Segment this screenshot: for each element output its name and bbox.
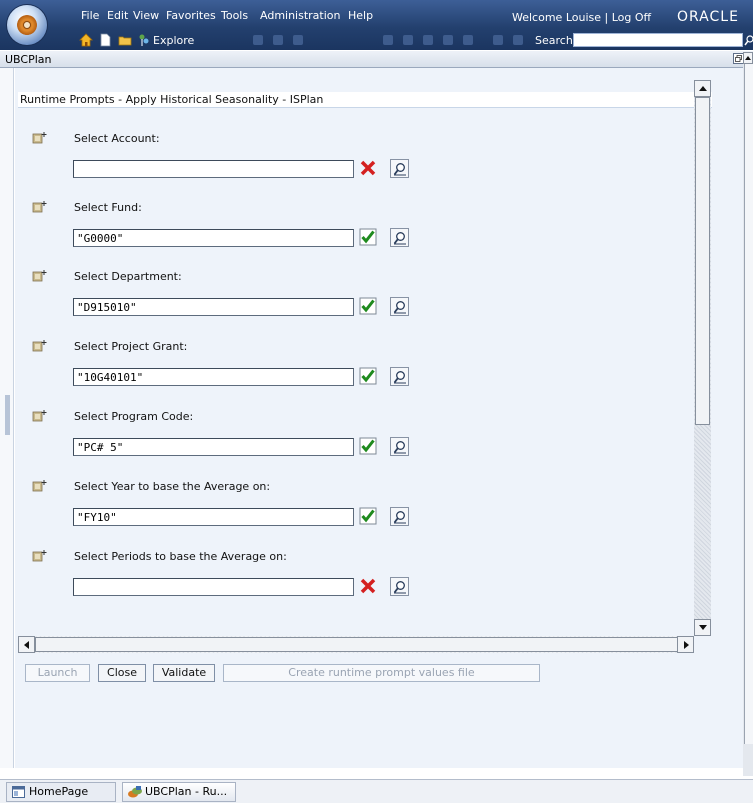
taskbar-ubcplan[interactable]: UBCPlan - Ru...: [122, 782, 236, 802]
member-lookup-button[interactable]: [390, 577, 409, 596]
member-lookup-button[interactable]: [390, 437, 409, 456]
refresh-icon: [273, 35, 283, 45]
welcome-logoff[interactable]: Welcome Louise | Log Off: [512, 11, 651, 24]
member-selector-icon: [32, 480, 47, 492]
vertical-scroll-thumb[interactable]: [695, 97, 710, 425]
tab-bar: [0, 51, 753, 68]
menu-favorites[interactable]: Favorites: [166, 9, 216, 22]
cut-icon: [443, 35, 453, 45]
magnifier-icon: [393, 301, 406, 314]
search-input[interactable]: [573, 33, 743, 47]
explore-button[interactable]: Explore: [153, 34, 194, 47]
homepage-icon: [12, 786, 25, 798]
menu-file[interactable]: File: [81, 9, 99, 22]
ubcplan-icon: [128, 786, 142, 798]
member-lookup-button[interactable]: [390, 159, 409, 178]
magnifier-icon: [393, 371, 406, 384]
magnifier-icon: [393, 581, 406, 594]
validate-button[interactable]: Validate: [153, 664, 215, 682]
dialog-title-bar: Runtime Prompts - Apply Historical Seaso…: [18, 92, 712, 108]
prompt-input[interactable]: "PC# 5": [73, 438, 354, 456]
panel-splitter-handle[interactable]: [5, 395, 10, 435]
magnifier-icon: [393, 163, 406, 176]
tab-ubcplan[interactable]: UBCPlan: [5, 53, 52, 66]
search-icon[interactable]: [744, 34, 753, 46]
scroll-up-button[interactable]: [694, 80, 711, 97]
filter-icon: [513, 35, 523, 45]
prompt-input[interactable]: "G0000": [73, 229, 354, 247]
member-selector-icon: [32, 270, 47, 282]
taskbar-homepage-label: HomePage: [29, 785, 89, 798]
print-icon: [293, 35, 303, 45]
explore-icon[interactable]: [137, 33, 151, 47]
member-lookup-button[interactable]: [390, 507, 409, 526]
member-selector-icon: [32, 132, 47, 144]
scroll-down-button[interactable]: [694, 619, 711, 636]
copy-icon: [403, 35, 413, 45]
member-selector-icon: [32, 340, 47, 352]
taskbar-homepage[interactable]: HomePage: [6, 782, 116, 802]
restore-icon: [735, 55, 742, 62]
valid-check-icon: [359, 507, 377, 525]
member-selector-icon: [32, 410, 47, 422]
prompt-input[interactable]: [73, 578, 354, 596]
page-scroll-thumb[interactable]: [744, 64, 753, 744]
valid-check-icon: [359, 437, 377, 455]
home-icon[interactable]: [79, 33, 93, 47]
prompt-input[interactable]: "FY10": [73, 508, 354, 526]
member-lookup-button[interactable]: [390, 228, 409, 247]
member-lookup-button[interactable]: [390, 297, 409, 316]
scroll-right-button[interactable]: [677, 636, 694, 653]
valid-check-icon: [359, 367, 377, 385]
page-scroll-up-button[interactable]: [743, 52, 753, 64]
prompt-input[interactable]: "D915010": [73, 298, 354, 316]
menu-view[interactable]: View: [133, 9, 159, 22]
horizontal-scroll-thumb[interactable]: [35, 637, 679, 652]
member-selector-icon: [32, 201, 47, 213]
menu-help[interactable]: Help: [348, 9, 373, 22]
valid-check-icon: [359, 297, 377, 315]
member-selector-icon: [32, 550, 47, 562]
prompt-label: Select Account:: [74, 132, 160, 145]
prompt-label: Select Project Grant:: [74, 340, 188, 353]
save-icon: [253, 35, 263, 45]
menu-tools[interactable]: Tools: [221, 9, 248, 22]
member-lookup-button[interactable]: [390, 367, 409, 386]
prompt-label: Select Periods to base the Average on:: [74, 550, 287, 563]
new-document-icon[interactable]: [98, 33, 112, 47]
valid-check-icon: [359, 228, 377, 246]
launch-button[interactable]: Launch: [25, 664, 90, 682]
scroll-left-button[interactable]: [18, 636, 35, 653]
dialog-title: Runtime Prompts - Apply Historical Seaso…: [20, 93, 324, 106]
search-label: Search: [535, 34, 573, 47]
magnifier-icon: [393, 232, 406, 245]
prompt-label: Select Fund:: [74, 201, 142, 214]
prompt-input[interactable]: [73, 160, 354, 178]
prompt-label: Select Program Code:: [74, 410, 194, 423]
create-runtime-prompt-file-button[interactable]: Create runtime prompt values file: [223, 664, 540, 682]
paste-icon: [423, 35, 433, 45]
taskbar-ubcplan-label: UBCPlan - Ru...: [145, 785, 228, 798]
oracle-brand-logo: ORACLE: [677, 9, 739, 25]
tool-icon: [463, 35, 473, 45]
open-folder-icon[interactable]: [118, 33, 132, 47]
menu-edit[interactable]: Edit: [107, 9, 128, 22]
invalid-x-icon: [360, 578, 376, 594]
menu-administration[interactable]: Administration: [260, 9, 341, 22]
prompt-label: Select Department:: [74, 270, 182, 283]
app-logo-icon[interactable]: [7, 5, 47, 45]
magnifier-icon: [393, 441, 406, 454]
close-button[interactable]: Close: [98, 664, 146, 682]
prompt-label: Select Year to base the Average on:: [74, 480, 271, 493]
magnifier-icon: [393, 511, 406, 524]
prompt-input[interactable]: "10G40101": [73, 368, 354, 386]
edit-icon: [383, 35, 393, 45]
options-icon: [493, 35, 503, 45]
invalid-x-icon: [360, 160, 376, 176]
